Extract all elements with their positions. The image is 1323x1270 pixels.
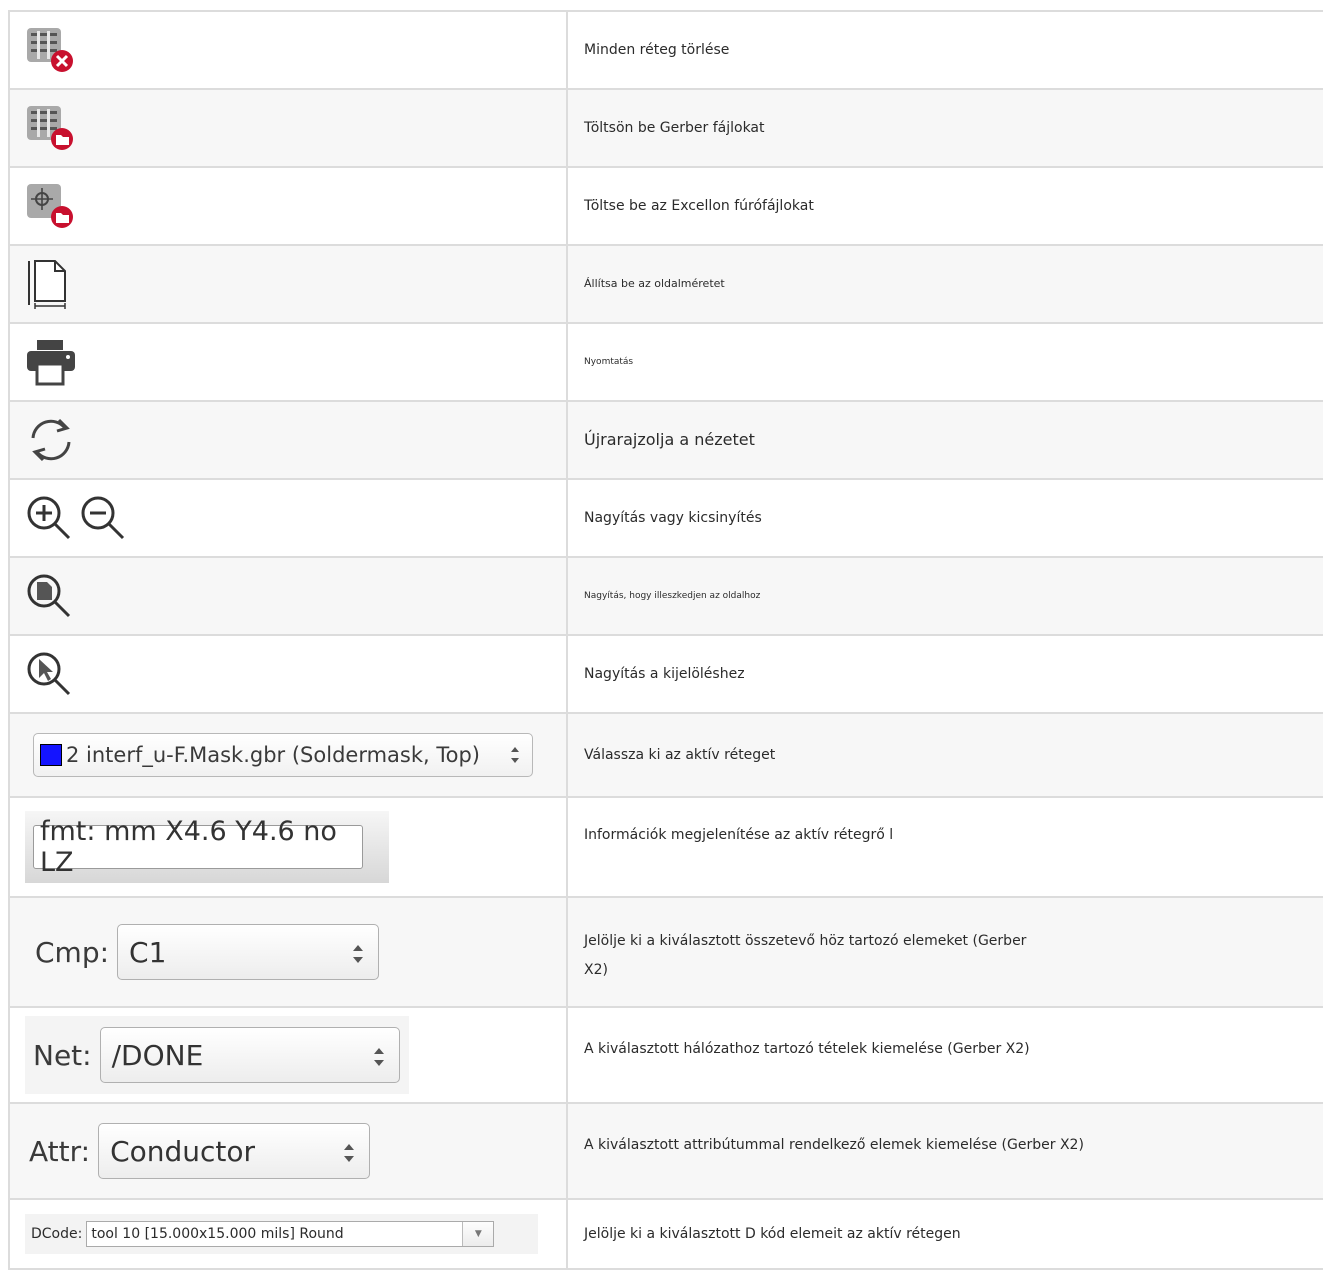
- row-description: Újrarajzolja a nézetet: [584, 430, 755, 450]
- description-cell: Újrarajzolja a nézetet: [566, 400, 1323, 480]
- icon-cell: [8, 10, 568, 90]
- layer-color-swatch: [40, 744, 62, 766]
- layer-select-value: 2 interf_u-F.Mask.gbr (Soldermask, Top): [66, 743, 480, 767]
- table-row: Nagyítás vagy kicsinyítés: [8, 478, 1323, 558]
- dcode-select[interactable]: tool 10 [15.000x15.000 mils] Round ▼: [86, 1221, 495, 1247]
- icon-cell: [8, 556, 568, 636]
- component-select-value: C1: [129, 935, 167, 969]
- clear-layers-icon: [27, 28, 73, 72]
- description-cell: Töltse be az Excellon fúrófájlokat: [566, 166, 1323, 246]
- row-description: Minden réteg törlése: [584, 41, 730, 58]
- row-description: Nagyítás a kijelöléshez: [584, 665, 745, 682]
- row-description: Nagyítás vagy kicsinyítés: [584, 509, 762, 526]
- component-select[interactable]: C1: [117, 924, 380, 980]
- layer-info-field: fmt: mm X4.6 Y4.6 no LZ: [33, 816, 363, 878]
- description-cell: Információk megjelenítése az aktív réteg…: [566, 796, 1323, 898]
- row-description: Töltsön be Gerber fájlokat: [584, 119, 765, 136]
- table-row: 2 interf_u-F.Mask.gbr (Soldermask, Top) …: [8, 712, 1323, 798]
- widget-cell: DCode: tool 10 [15.000x15.000 mils] Roun…: [8, 1198, 568, 1270]
- description-cell: A kiválasztott attribútummal rendelkező …: [566, 1102, 1323, 1200]
- description-cell: Minden réteg törlése: [566, 10, 1323, 90]
- description-cell: Jelölje ki a kiválasztott összetevő höz …: [566, 896, 1323, 1008]
- row-description: Nyomtatás: [584, 356, 634, 367]
- row-description: Információk megjelenítése az aktív réteg…: [584, 827, 894, 843]
- dcode-select-widget: DCode: tool 10 [15.000x15.000 mils] Roun…: [25, 1214, 538, 1254]
- zoom-fit-icon: [27, 574, 71, 618]
- widget-cell: fmt: mm X4.6 Y4.6 no LZ: [8, 796, 568, 898]
- widget-cell: Cmp: C1: [8, 896, 568, 1008]
- table-row: Töltsön be Gerber fájlokat: [8, 88, 1323, 168]
- table-row: fmt: mm X4.6 Y4.6 no LZ Információk megj…: [8, 796, 1323, 898]
- table-row: Minden réteg törlése: [8, 10, 1323, 90]
- description-cell: Nagyítás vagy kicsinyítés: [566, 478, 1323, 558]
- icon-cell: [8, 88, 568, 168]
- table-row: Cmp: C1 Jelölje ki a kiválasztott összet…: [8, 896, 1323, 1008]
- spinner-arrows-icon[interactable]: [373, 1044, 385, 1070]
- layer-info-panel: fmt: mm X4.6 Y4.6 no LZ: [25, 811, 389, 883]
- row-description: Jelölje ki a kiválasztott összetevő höz …: [584, 932, 1027, 949]
- description-cell: Töltsön be Gerber fájlokat: [566, 88, 1323, 168]
- table-row: Töltse be az Excellon fúrófájlokat: [8, 166, 1323, 246]
- icon-cell: [8, 478, 568, 558]
- icon-cell: [8, 322, 568, 402]
- zoom-in-out-icon: [27, 496, 125, 540]
- table-row: Újrarajzolja a nézetet: [8, 400, 1323, 480]
- widget-cell: 2 interf_u-F.Mask.gbr (Soldermask, Top): [8, 712, 568, 798]
- widget-cell: Attr: Conductor: [8, 1102, 568, 1200]
- print-icon: [27, 340, 75, 386]
- description-cell: Állítsa be az oldalméretet: [566, 244, 1323, 324]
- row-description: A kiválasztott attribútummal rendelkező …: [584, 1137, 1084, 1153]
- load-gerber-icon: [27, 106, 73, 150]
- dropdown-arrow-icon[interactable]: ▼: [462, 1222, 494, 1246]
- table-row: Attr: Conductor A kiválasztott attribútu…: [8, 1102, 1323, 1200]
- description-cell: Jelölje ki a kiválasztott D kód elemeit …: [566, 1198, 1323, 1270]
- spinner-arrows-icon[interactable]: [343, 1140, 355, 1166]
- component-select-widget: Cmp: C1: [35, 913, 566, 991]
- row-description: Töltse be az Excellon fúrófájlokat: [584, 197, 814, 214]
- row-description: Nagyítás, hogy illeszkedjen az oldalhoz: [584, 590, 761, 601]
- net-select-value: /DONE: [111, 1038, 204, 1072]
- description-cell: Nagyítás a kijelöléshez: [566, 634, 1323, 714]
- net-label: Net:: [33, 1038, 92, 1072]
- table-row: Net: /DONE A kiválasztott hálózathoz tar…: [8, 1006, 1323, 1104]
- table-row: Nagyítás a kijelöléshez: [8, 634, 1323, 714]
- load-drill-icon: [27, 184, 73, 228]
- description-cell: Válassza ki az aktív réteget: [566, 712, 1323, 798]
- spinner-arrows-icon[interactable]: [352, 941, 364, 967]
- row-description-continued: X2): [584, 962, 608, 978]
- toolbar-reference-table: Minden réteg törlése Töltsön be Gerber f…: [8, 10, 1323, 1270]
- dcode-label: DCode:: [31, 1226, 83, 1242]
- description-cell: Nagyítás, hogy illeszkedjen az oldalhoz: [566, 556, 1323, 636]
- component-label: Cmp:: [35, 935, 110, 969]
- widget-cell: Net: /DONE: [8, 1006, 568, 1104]
- row-description: Jelölje ki a kiválasztott D kód elemeit …: [584, 1225, 961, 1242]
- spinner-arrows-icon[interactable]: [510, 743, 520, 767]
- page-size-icon: [28, 260, 66, 309]
- attribute-select-widget: Attr: Conductor: [29, 1112, 566, 1190]
- zoom-selection-icon: [27, 652, 71, 696]
- attribute-select-value: Conductor: [110, 1134, 256, 1168]
- attribute-label: Attr:: [29, 1134, 91, 1168]
- net-select[interactable]: /DONE: [99, 1027, 400, 1083]
- row-description: A kiválasztott hálózathoz tartozó tétele…: [584, 1041, 1030, 1057]
- icon-cell: [8, 166, 568, 246]
- redraw-icon: [31, 418, 71, 462]
- row-description: Válassza ki az aktív réteget: [584, 746, 776, 763]
- description-cell: A kiválasztott hálózathoz tartozó tétele…: [566, 1006, 1323, 1104]
- table-row: Nyomtatás: [8, 322, 1323, 402]
- dcode-select-value: tool 10 [15.000x15.000 mils] Round: [91, 1226, 344, 1242]
- attribute-select[interactable]: Conductor: [98, 1123, 371, 1179]
- layer-select[interactable]: 2 interf_u-F.Mask.gbr (Soldermask, Top): [33, 733, 533, 777]
- net-select-widget: Net: /DONE: [25, 1016, 409, 1094]
- description-cell: Nyomtatás: [566, 322, 1323, 402]
- table-row: Állítsa be az oldalméretet: [8, 244, 1323, 324]
- table-row: DCode: tool 10 [15.000x15.000 mils] Roun…: [8, 1198, 1323, 1270]
- icon-cell: [8, 634, 568, 714]
- table-row: Nagyítás, hogy illeszkedjen az oldalhoz: [8, 556, 1323, 636]
- icon-cell: [8, 244, 568, 324]
- icon-cell: [8, 400, 568, 480]
- row-description: Állítsa be az oldalméretet: [584, 277, 725, 291]
